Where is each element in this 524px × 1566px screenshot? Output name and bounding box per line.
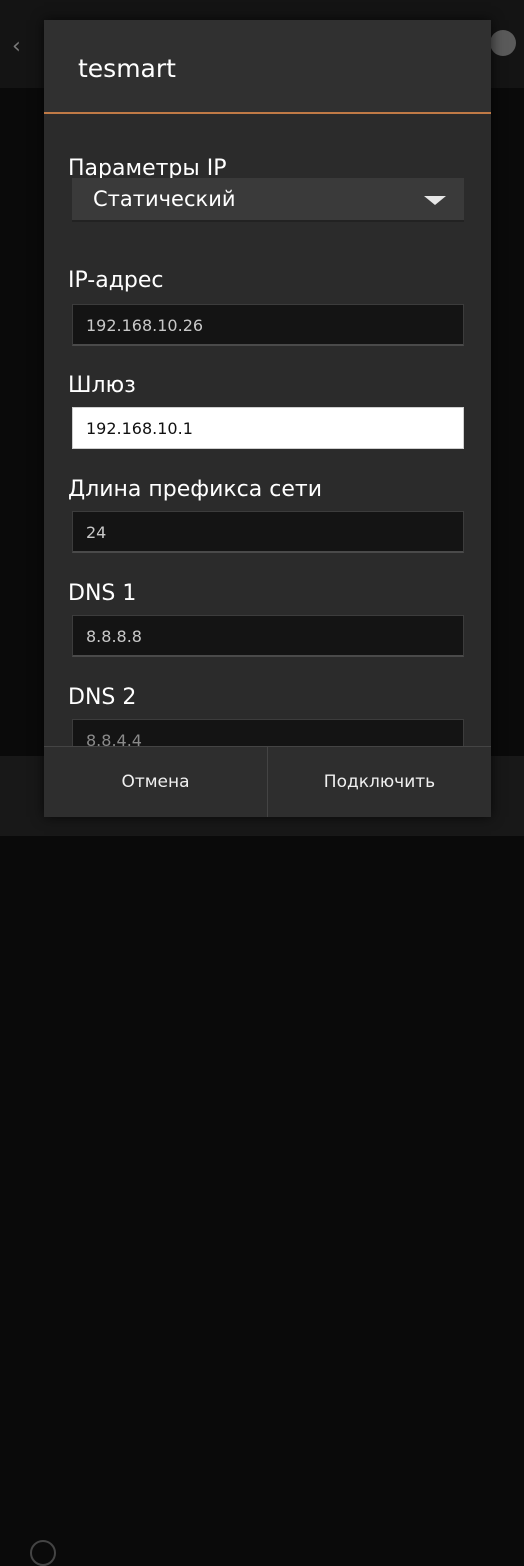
dialog-content[interactable]: Параметры IP Статический IP-адрес 192.16… xyxy=(44,114,491,746)
background-menu-icon xyxy=(490,30,516,56)
dns1-label: DNS 1 xyxy=(68,581,137,606)
gateway-value: 192.168.10.1 xyxy=(86,419,193,438)
dns1-field[interactable]: 8.8.8.8 xyxy=(72,615,464,657)
gateway-label: Шлюз xyxy=(68,373,136,398)
prefix-length-label: Длина префикса сети xyxy=(68,477,322,502)
dialog-button-bar: Отмена Подключить xyxy=(44,746,491,817)
ip-settings-selected-value: Статический xyxy=(93,187,236,211)
connect-button[interactable]: Подключить xyxy=(268,747,491,817)
dns1-value: 8.8.8.8 xyxy=(86,627,142,646)
ip-address-field[interactable]: 192.168.10.26 xyxy=(72,304,464,346)
prefix-length-value: 24 xyxy=(86,523,107,542)
background-refresh-icon xyxy=(30,1540,56,1566)
prefix-length-field[interactable]: 24 xyxy=(72,511,464,553)
ip-address-label: IP-адрес xyxy=(68,268,164,293)
chevron-left-icon: ‹ xyxy=(12,34,21,59)
dns2-field[interactable]: 8.8.4.4 xyxy=(72,719,464,746)
dialog-title: tesmart xyxy=(78,54,176,83)
cancel-button[interactable]: Отмена xyxy=(44,747,268,817)
dns2-value: 8.8.4.4 xyxy=(86,731,142,746)
triangle-down-icon xyxy=(424,196,446,205)
gateway-field[interactable]: 192.168.10.1 xyxy=(72,407,464,449)
ip-settings-dialog: tesmart Параметры IP Статический IP-адре… xyxy=(44,20,491,817)
ip-settings-dropdown[interactable]: Статический xyxy=(72,178,464,222)
dns2-label: DNS 2 xyxy=(68,685,137,710)
ip-address-value: 192.168.10.26 xyxy=(86,316,204,335)
dialog-title-bar: tesmart xyxy=(44,20,491,114)
